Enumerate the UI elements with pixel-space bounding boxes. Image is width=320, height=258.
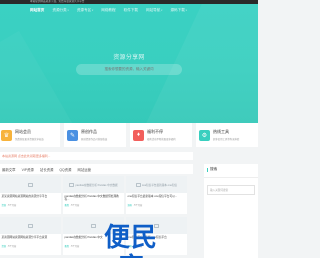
pencil-icon: ✎ xyxy=(67,129,78,141)
article-card[interactable]: 某某资源网站资源网站的资源分享平台 资源 · 5个月前 xyxy=(0,176,61,214)
article-title: pandas在数据分析 Pandas 中文数据预处理教程... xyxy=(64,194,119,202)
article-thumbnail: one短信平台最新版本 one短信 xyxy=(126,176,187,193)
feature-card-tools[interactable]: ⚙ 热线工具 超多实用工具等你来体验 xyxy=(196,123,258,147)
sidebar-search-widget: 搜索 输入关键词搜索 xyxy=(204,164,258,258)
nav-item-tutorials[interactable]: 网络教程 xyxy=(101,8,115,13)
image-icon xyxy=(27,182,33,187)
feature-title: 原创作品 xyxy=(81,129,97,135)
nav-item-categories[interactable]: 资源分类▾ xyxy=(52,8,68,13)
feature-card-benefits[interactable]: ♦ 福利不停 福利活动不断获取更多福利 xyxy=(130,123,192,147)
heading-accent-bar xyxy=(207,167,208,172)
feature-title: 热线工具 xyxy=(213,129,229,135)
hero-search-input[interactable] xyxy=(76,64,182,75)
feature-title: 网站会员 xyxy=(15,129,31,135)
article-meta: 资源 · 5个月前 xyxy=(1,246,17,248)
hero-decoration xyxy=(0,30,89,123)
sidebar-search-input[interactable]: 输入关键词搜索 xyxy=(207,185,255,195)
article-title: 某某资源网站资源网站的资源分享平台 xyxy=(1,194,48,198)
notice-bar[interactable]: 本站资源网 点击此处领取更多福利... xyxy=(0,152,193,160)
tab-qq[interactable]: QQ资源 xyxy=(59,167,71,172)
image-icon xyxy=(27,223,33,228)
article-meta: 资源 · 5个月前 xyxy=(1,205,17,207)
article-meta: 教程 · 5个月前 xyxy=(64,205,80,207)
crown-icon: ♛ xyxy=(1,129,12,141)
article-card[interactable]: one短信平台最新版本 one短信 one短信平台最新版本 one短信平台可以.… xyxy=(126,176,187,214)
tab-vip[interactable]: VIP资源 xyxy=(22,167,34,172)
tool-icon: ⚙ xyxy=(199,129,210,141)
article-tag: 教程 xyxy=(64,246,70,248)
gift-icon: ♦ xyxy=(133,129,144,141)
nav-item-special[interactable]: 资源专区▾ xyxy=(77,8,93,13)
feature-card-original[interactable]: ✎ 原创作品 原创资源作品可获取收益 xyxy=(64,123,126,147)
article-card[interactable]: 某资源网站资源网站资源分享平台资源 资源 · 5个月前 xyxy=(0,217,61,255)
feature-row: ♛ 网站会员 免费获取更多资源优享权益 ✎ 原创作品 原创资源作品可获取收益 ♦… xyxy=(0,123,258,151)
hero-title: 资源分享网 xyxy=(113,55,145,61)
article-tag: 教程 xyxy=(64,205,70,207)
chevron-down-icon: ▾ xyxy=(161,9,163,12)
nav-item-home[interactable]: 网站首页 xyxy=(30,8,44,13)
feature-title: 福利不停 xyxy=(147,129,163,135)
article-thumbnail xyxy=(0,176,61,193)
chevron-down-icon: ▾ xyxy=(67,9,69,12)
sidebar-heading: 搜索 xyxy=(204,164,258,172)
notice-text: 本站资源网 点击此处领取更多福利... xyxy=(2,154,51,158)
chevron-down-icon: ▾ xyxy=(91,9,94,12)
content-tabs: 最新文章 VIP资源 站长资源 QQ资源 网站运营 xyxy=(0,164,193,174)
nav-item-software[interactable]: 软件下载 xyxy=(124,8,138,13)
tab-webmaster[interactable]: 站长资源 xyxy=(40,167,54,172)
main-nav: 网站首页 资源分类▾ 资源专区▾ 网络教程 软件下载 网站导航▾ 源码下载▾ xyxy=(0,4,258,17)
feature-card-membership[interactable]: ♛ 网站会员 免费获取更多资源优享权益 xyxy=(0,123,60,147)
article-tag: 资源 xyxy=(1,246,7,248)
article-tag: 源码 xyxy=(127,205,133,207)
top-bar-text: 本站提供精品资源下载，免费海量资源共享平台 xyxy=(30,0,85,3)
nav-item-directory[interactable]: 网站导航▾ xyxy=(146,8,162,13)
divider xyxy=(204,177,258,178)
chevron-down-icon: ▾ xyxy=(185,9,187,12)
article-title: 某资源网站资源网站资源分享平台资源 xyxy=(1,235,48,239)
article-tag: 资源 xyxy=(1,205,7,207)
watermark-logo: 便民库 xyxy=(103,223,158,258)
feature-desc: 超多实用工具等你来体验 xyxy=(213,137,240,141)
article-meta: 源码 · 5个月前 xyxy=(127,205,143,207)
nav-item-source[interactable]: 源码下载▾ xyxy=(170,8,186,13)
image-icon xyxy=(135,182,141,187)
tab-latest[interactable]: 最新文章 xyxy=(2,167,16,172)
article-thumbnail xyxy=(0,217,61,234)
feature-desc: 免费获取更多资源优享权益 xyxy=(15,137,44,141)
tab-operation[interactable]: 网站运营 xyxy=(77,167,91,172)
article-title: one短信平台最新版本 one短信平台可以... xyxy=(127,194,178,198)
article-card[interactable]: pandas在数据分析 Pandas 中文数据 pandas在数据分析 Pand… xyxy=(63,176,124,214)
article-thumbnail: pandas在数据分析 Pandas 中文数据 xyxy=(63,176,124,193)
feature-desc: 原创资源作品可获取收益 xyxy=(81,137,108,141)
feature-desc: 福利活动不断获取更多福利 xyxy=(147,137,176,141)
image-icon xyxy=(69,182,75,187)
